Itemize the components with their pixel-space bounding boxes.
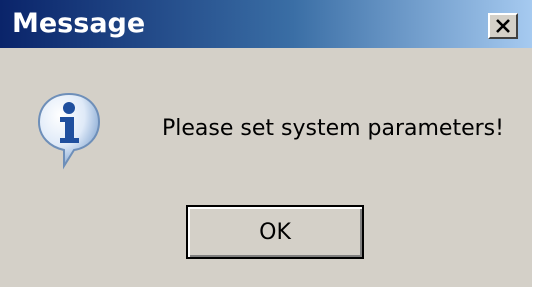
info-icon (37, 92, 101, 170)
message-text: Please set system parameters! (162, 116, 504, 141)
message-dialog: Message Please set system parameters! OK (0, 0, 534, 287)
close-button[interactable] (488, 13, 518, 39)
window-title: Message (12, 8, 146, 39)
title-bar[interactable]: Message (0, 0, 532, 48)
ok-button[interactable]: OK (186, 205, 364, 259)
close-icon (496, 19, 510, 33)
